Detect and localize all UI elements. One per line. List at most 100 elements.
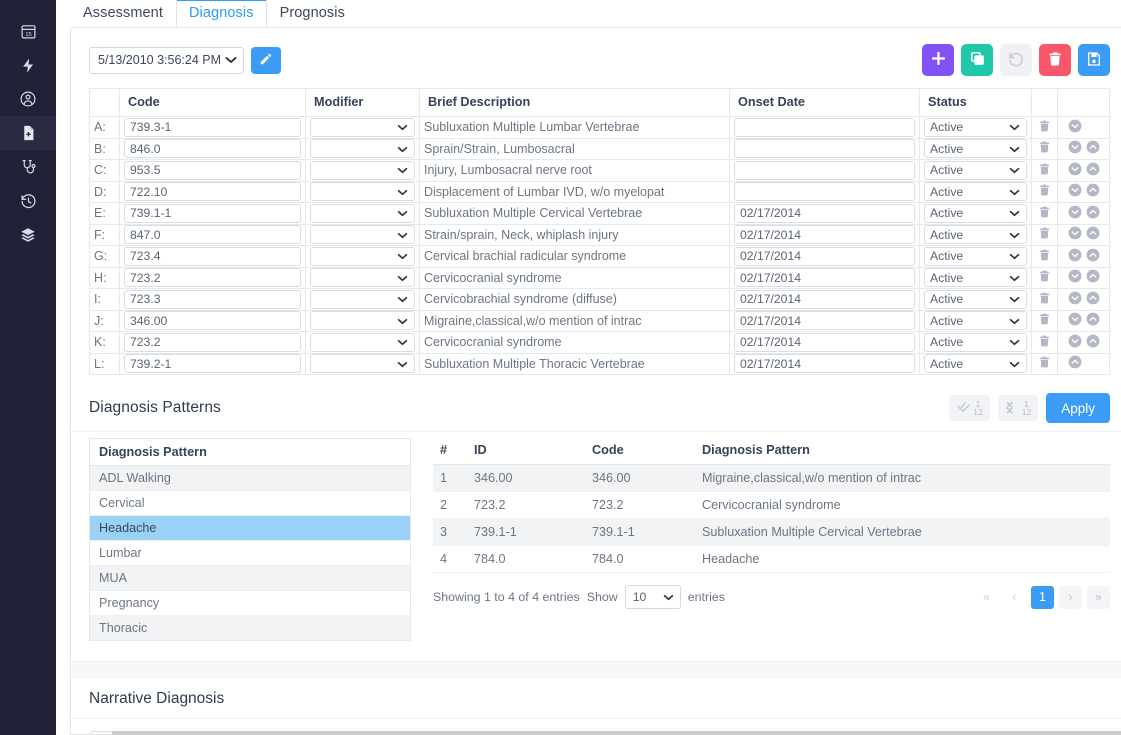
row-trash-icon[interactable] bbox=[1038, 206, 1051, 222]
modifier-select[interactable] bbox=[310, 354, 415, 374]
move-up-icon[interactable] bbox=[1086, 269, 1100, 286]
status-select[interactable]: Active bbox=[924, 246, 1027, 266]
code-input[interactable] bbox=[124, 311, 301, 331]
onset-input[interactable] bbox=[734, 246, 915, 266]
tab-prognosis[interactable]: Prognosis bbox=[266, 0, 358, 27]
move-down-icon[interactable] bbox=[1068, 269, 1082, 286]
move-down-icon[interactable] bbox=[1068, 291, 1082, 308]
code-input[interactable] bbox=[124, 268, 301, 288]
move-up-icon[interactable] bbox=[1086, 205, 1100, 222]
status-select[interactable]: Active bbox=[924, 203, 1027, 223]
code-input[interactable] bbox=[124, 182, 301, 202]
sidebar-item-history[interactable] bbox=[0, 184, 56, 218]
pattern-list-item[interactable]: Headache bbox=[89, 515, 411, 541]
status-select[interactable]: Active bbox=[924, 289, 1027, 309]
code-input[interactable] bbox=[124, 203, 301, 223]
pagination-next[interactable]: › bbox=[1059, 585, 1082, 609]
sidebar-item-exam[interactable] bbox=[0, 150, 56, 184]
code-input[interactable] bbox=[124, 289, 301, 309]
row-trash-icon[interactable] bbox=[1038, 120, 1051, 136]
modifier-select[interactable] bbox=[310, 246, 415, 266]
save-button[interactable] bbox=[1078, 44, 1110, 76]
copy-button[interactable] bbox=[961, 44, 993, 76]
sidebar-item-bolt[interactable] bbox=[0, 48, 56, 82]
sidebar-item-patients[interactable] bbox=[0, 82, 56, 116]
row-trash-icon[interactable] bbox=[1038, 313, 1051, 329]
pattern-list-item-label[interactable]: Lumbar bbox=[89, 540, 411, 566]
sidebar-item-calendar[interactable]: 15 bbox=[0, 14, 56, 48]
modifier-select[interactable] bbox=[310, 332, 415, 352]
modifier-select[interactable] bbox=[310, 268, 415, 288]
pagination-last[interactable]: » bbox=[1087, 585, 1110, 609]
status-select[interactable]: Active bbox=[924, 311, 1027, 331]
move-down-icon[interactable] bbox=[1068, 162, 1082, 179]
move-down-icon[interactable] bbox=[1068, 226, 1082, 243]
move-up-icon[interactable] bbox=[1086, 334, 1100, 351]
move-up-icon[interactable] bbox=[1086, 226, 1100, 243]
status-select[interactable]: Active bbox=[924, 160, 1027, 180]
tab-diagnosis[interactable]: Diagnosis bbox=[175, 0, 267, 27]
row-trash-icon[interactable] bbox=[1038, 356, 1051, 372]
row-trash-icon[interactable] bbox=[1038, 270, 1051, 286]
modifier-select[interactable] bbox=[310, 311, 415, 331]
sidebar-item-notes[interactable] bbox=[0, 116, 56, 150]
pattern-list-item[interactable]: MUA bbox=[89, 565, 411, 591]
pattern-list-item[interactable]: Cervical bbox=[89, 490, 411, 516]
onset-input[interactable] bbox=[734, 160, 915, 180]
row-trash-icon[interactable] bbox=[1038, 335, 1051, 351]
onset-input[interactable] bbox=[734, 289, 915, 309]
page-length-select[interactable]: 10 bbox=[624, 585, 681, 609]
pattern-list-item-label[interactable]: Headache bbox=[89, 515, 411, 541]
select-all-button[interactable]: 1 12 bbox=[949, 395, 990, 421]
move-down-icon[interactable] bbox=[1068, 312, 1082, 329]
onset-input[interactable] bbox=[734, 354, 915, 374]
pagination-first[interactable]: « bbox=[975, 586, 998, 609]
status-select[interactable]: Active bbox=[924, 117, 1027, 137]
code-input[interactable] bbox=[124, 160, 301, 180]
pattern-detail-row[interactable]: 3 739.1-1 739.1-1 Subluxation Multiple Cerv… bbox=[433, 518, 1110, 546]
row-trash-icon[interactable] bbox=[1038, 249, 1051, 265]
edit-visit-button[interactable] bbox=[251, 46, 281, 74]
pattern-detail-row[interactable]: 2 723.2 723.2 Cervicocranial syndrome bbox=[433, 491, 1110, 519]
status-select[interactable]: Active bbox=[924, 139, 1027, 159]
undo-button[interactable] bbox=[1000, 44, 1032, 76]
move-down-icon[interactable] bbox=[1068, 183, 1082, 200]
modifier-select[interactable] bbox=[310, 289, 415, 309]
pattern-list-item-label[interactable]: Cervical bbox=[89, 490, 411, 516]
add-button[interactable] bbox=[922, 44, 954, 76]
pattern-detail-row[interactable]: 1 346.00 346.00 Migraine,classical,w/o ment… bbox=[433, 464, 1110, 492]
move-up-icon[interactable] bbox=[1086, 140, 1100, 157]
modifier-select[interactable] bbox=[310, 225, 415, 245]
modifier-select[interactable] bbox=[310, 160, 415, 180]
move-up-icon[interactable] bbox=[1086, 162, 1100, 179]
onset-input[interactable] bbox=[734, 311, 915, 331]
pattern-list-item-label[interactable]: ADL Walking bbox=[89, 465, 411, 491]
move-up-icon[interactable] bbox=[1086, 248, 1100, 265]
row-trash-icon[interactable] bbox=[1038, 227, 1051, 243]
move-up-icon[interactable] bbox=[1086, 312, 1100, 329]
row-trash-icon[interactable] bbox=[1038, 184, 1051, 200]
code-input[interactable] bbox=[124, 246, 301, 266]
onset-input[interactable] bbox=[734, 182, 915, 202]
onset-input[interactable] bbox=[734, 268, 915, 288]
apply-button[interactable]: Apply bbox=[1046, 393, 1110, 423]
code-input[interactable] bbox=[124, 354, 301, 374]
status-select[interactable]: Active bbox=[924, 268, 1027, 288]
status-select[interactable]: Active bbox=[924, 354, 1027, 374]
modifier-select[interactable] bbox=[310, 139, 415, 159]
pattern-list-item-label[interactable]: MUA bbox=[89, 565, 411, 591]
tab-assessment[interactable]: Assessment bbox=[70, 0, 176, 27]
onset-input[interactable] bbox=[734, 332, 915, 352]
code-input[interactable] bbox=[124, 225, 301, 245]
move-down-icon[interactable] bbox=[1068, 119, 1082, 136]
onset-input[interactable] bbox=[734, 117, 915, 137]
code-input[interactable] bbox=[124, 332, 301, 352]
pattern-detail-row[interactable]: 4 784.0 784.0 Headache bbox=[433, 545, 1110, 573]
modifier-select[interactable] bbox=[310, 117, 415, 137]
horizontal-scrollbar[interactable] bbox=[112, 731, 1121, 735]
move-down-icon[interactable] bbox=[1068, 334, 1082, 351]
pattern-list-item[interactable]: ADL Walking bbox=[89, 465, 411, 491]
deselect-all-button[interactable]: 1 12 bbox=[997, 395, 1039, 421]
pattern-list-item-label[interactable]: Thoracic bbox=[89, 615, 411, 641]
code-input[interactable] bbox=[124, 117, 301, 137]
